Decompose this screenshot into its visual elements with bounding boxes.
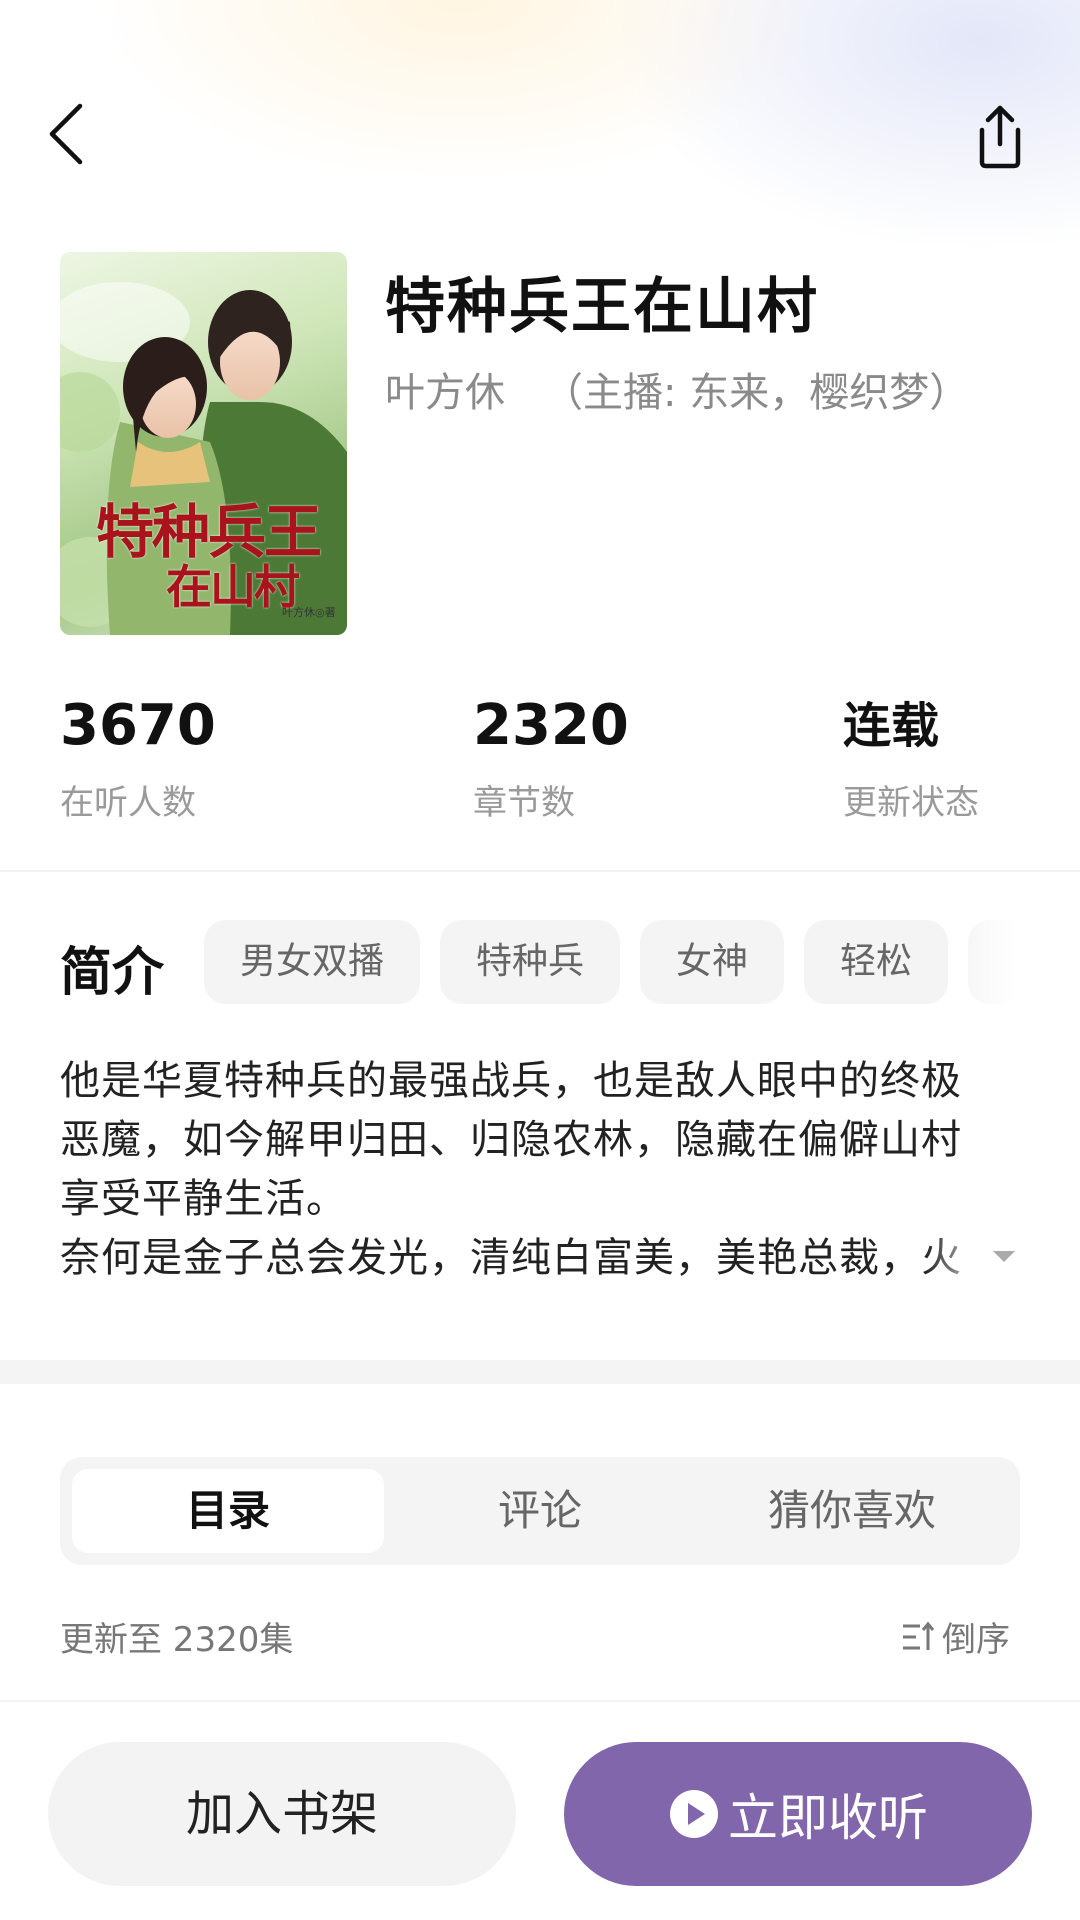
description-line: 奈何是金子总会发光，清纯白富美，美艳总裁，火	[60, 1229, 1005, 1288]
tags-fade	[954, 920, 1014, 1004]
description-line: 他是华夏特种兵的最强战兵，也是敌人眼中的终极	[60, 1058, 962, 1104]
stat-label: 章节数	[473, 783, 575, 823]
add-to-shelf-button[interactable]: 加入书架	[48, 1742, 516, 1886]
divider	[0, 870, 1080, 872]
book-cover[interactable]: 特种兵王 在山村 叶方休◎著	[60, 252, 347, 635]
cover-author-mark: 叶方休◎著	[282, 606, 336, 619]
stat-status: 连载 更新状态	[843, 695, 979, 824]
back-button[interactable]	[40, 98, 100, 170]
sort-label: 倒序	[942, 1620, 1010, 1660]
description-line: 享受平静生活。	[60, 1176, 347, 1222]
sort-icon	[903, 1621, 935, 1650]
stat-listeners: 3670 在听人数	[60, 695, 216, 824]
expand-arrow-icon[interactable]	[993, 1251, 1015, 1262]
stat-chapters: 2320 章节数	[473, 695, 629, 824]
tag-list[interactable]: 男女双播 特种兵 女神 轻松	[204, 920, 1014, 1004]
cover-title: 特种兵王 在山村	[96, 498, 322, 614]
tab-catalog[interactable]: 目录	[72, 1469, 384, 1553]
tab-recommendations[interactable]: 猜你喜欢	[696, 1469, 1008, 1553]
book-title: 特种兵王在山村	[385, 272, 819, 342]
tab-comments[interactable]: 评论	[384, 1469, 696, 1553]
update-status: 更新至 2320集	[60, 1620, 294, 1660]
book-narrators: （主播: 东来，樱织梦）	[543, 370, 970, 416]
sort-button[interactable]: 倒序	[900, 1612, 1010, 1661]
stat-label: 在听人数	[60, 783, 196, 823]
stat-value: 2320	[473, 693, 629, 758]
intro-description[interactable]: 他是华夏特种兵的最强战兵，也是敌人眼中的终极 恶魔，如今解甲归田、归隐农林，隐藏…	[60, 1052, 1020, 1288]
book-meta: 叶方休 （主播: 东来，樱织梦）	[385, 360, 969, 418]
tag-chip[interactable]: 女神	[640, 920, 785, 1004]
bottom-action-bar: 加入书架 立即收听	[0, 1700, 1080, 1920]
stat-value: 连载	[843, 698, 940, 754]
intro-heading: 简介	[60, 943, 165, 1003]
stat-value: 3670	[60, 693, 216, 758]
play-icon	[670, 1790, 718, 1838]
listen-label: 立即收听	[728, 1789, 928, 1847]
share-icon	[979, 105, 1021, 169]
back-arrow-icon	[49, 103, 83, 165]
tag-chip[interactable]: 轻松	[804, 920, 949, 1004]
tag-chip[interactable]: 特种兵	[440, 920, 621, 1004]
stat-label: 更新状态	[843, 783, 979, 823]
listen-now-button[interactable]: 立即收听	[564, 1742, 1032, 1886]
share-button[interactable]	[968, 100, 1032, 170]
section-divider	[0, 1360, 1080, 1384]
book-author[interactable]: 叶方休	[385, 370, 505, 416]
top-bar	[0, 90, 1080, 180]
content-tabs: 目录 评论 猜你喜欢	[60, 1457, 1020, 1565]
description-line: 恶魔，如今解甲归田、归隐农林，隐藏在偏僻山村	[60, 1117, 962, 1163]
tag-chip[interactable]: 男女双播	[204, 920, 421, 1004]
